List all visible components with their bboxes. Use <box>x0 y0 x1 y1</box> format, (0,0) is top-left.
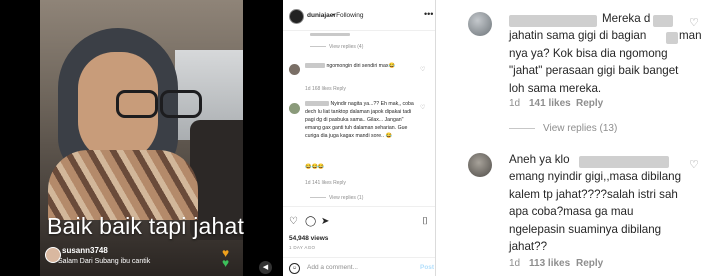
blurred-username <box>509 15 597 27</box>
comment-2-meta: 1d 141 likes Reply <box>305 180 346 186</box>
comment-like-heart-icon[interactable]: ♡ <box>689 16 699 29</box>
views-count: 54,948 views <box>289 235 329 242</box>
add-comment-input[interactable]: Add a comment... <box>307 264 358 271</box>
comment-b-line6: jahat?? <box>509 240 548 253</box>
comment-2-emoji-row: 😂😂😂 <box>305 164 325 170</box>
view-replies-link-1[interactable]: View replies (4) <box>310 44 363 50</box>
view-replies-link-2[interactable]: View replies (1) <box>310 195 363 201</box>
comment-a-line2-end: man <box>679 29 702 42</box>
emoji-smile-icon[interactable]: ☺ <box>289 263 300 274</box>
comment-1-meta: 1d 168 likes Reply <box>305 86 346 92</box>
share-icon[interactable]: ➤ <box>321 217 329 227</box>
profile-avatar[interactable] <box>289 9 304 24</box>
comment-b-day: 1d <box>509 258 521 269</box>
commenter-avatar[interactable] <box>468 12 492 36</box>
more-dots-icon[interactable]: ••• <box>424 9 433 19</box>
comment-b-line5: ngelepasin suaminya dibilang <box>509 223 662 236</box>
like-heart-icon[interactable]: ♡ <box>289 217 298 227</box>
comment-a-line1-start: Mereka d <box>602 12 651 25</box>
post-header: duniajaer • Following ••• <box>283 0 435 31</box>
comment-a-reply[interactable]: Reply <box>576 98 603 109</box>
comment-like-heart-icon[interactable]: ♡ <box>420 66 425 73</box>
comment-2: Nyindir nagita ya...?? Eh mak,, coba dec… <box>305 100 417 140</box>
live-comment-username: susann3748 <box>62 246 108 255</box>
blurred-mention <box>653 15 673 27</box>
comment-like-heart-icon[interactable]: ♡ <box>689 158 699 171</box>
comment-a-line4: "jahat" perasaan gigi baik banget <box>509 64 679 77</box>
comment-b-line2: emang nyindir gigi,,masa dibilang <box>509 170 682 183</box>
comment-b-line4: apa coba?masa ga mau <box>509 205 634 218</box>
instagram-post-panel: duniajaer • Following ••• View replies (… <box>283 0 436 276</box>
comment-a-line2: jahatin sama gigi di bagian <box>509 29 647 42</box>
cut-off-meta <box>310 32 350 38</box>
comment-a-likes[interactable]: 141 likes <box>529 98 571 109</box>
comment-1-text: ngomongin diri sendiri max😂 <box>326 63 395 69</box>
blurred-mention <box>579 156 669 168</box>
comment-b-line3: kalem tp jahat????salah istri sah <box>509 188 678 201</box>
comment-icon[interactable]: ◯ <box>305 217 316 227</box>
time-ago: 1 DAY AGO <box>289 245 316 250</box>
following-label[interactable]: • Following <box>332 12 364 19</box>
commenter-avatar[interactable] <box>468 153 492 177</box>
view-replies-link[interactable]: View replies (13) <box>509 123 617 134</box>
save-bookmark-icon[interactable]: ⌷ <box>422 217 428 227</box>
blurred-mention <box>666 32 678 44</box>
comment-b-reply[interactable]: Reply <box>576 258 603 269</box>
comment-a-day: 1d <box>509 98 521 109</box>
glasses <box>116 90 202 118</box>
person-scarf <box>48 150 198 220</box>
comment-b-line1: Aneh ya klo <box>509 153 570 166</box>
add-comment-bar: ☺ Add a comment... Post <box>283 257 435 277</box>
blurred-username <box>305 101 329 107</box>
comment-1: ngomongin diri sendiri max😂 <box>305 62 417 70</box>
view-replies-label-2[interactable]: View replies (1) <box>329 195 363 201</box>
post-button[interactable]: Post <box>420 264 434 271</box>
view-replies-label-1[interactable]: View replies (4) <box>329 44 363 50</box>
comment-avatar[interactable] <box>289 103 300 114</box>
comment-2-text: Nyindir nagita ya...?? Eh mak,, coba dec… <box>305 101 414 139</box>
mute-icon[interactable]: ◀ <box>259 261 272 274</box>
video-panel: Baik baik tapi jahat susann3748 Salam Da… <box>0 0 283 276</box>
comment-a-line5: loh sama mereka. <box>509 82 602 95</box>
blurred-username <box>305 63 325 69</box>
live-comment-text: Salam Dari Subang ibu cantik <box>58 258 151 265</box>
heart-green-icon: ♥ <box>222 256 230 270</box>
comment-avatar[interactable] <box>289 64 300 75</box>
comment-b-likes[interactable]: 113 likes <box>529 258 570 269</box>
zoomed-comments-panel: Mereka d jahatin sama gigi di bagian man… <box>445 0 720 276</box>
view-replies-label[interactable]: View replies (13) <box>543 123 617 134</box>
comment-like-heart-icon[interactable]: ♡ <box>420 104 425 111</box>
video-caption: Baik baik tapi jahat <box>47 213 245 239</box>
comment-a-line3: nya ya? Kok bisa dia ngomong <box>509 47 668 60</box>
